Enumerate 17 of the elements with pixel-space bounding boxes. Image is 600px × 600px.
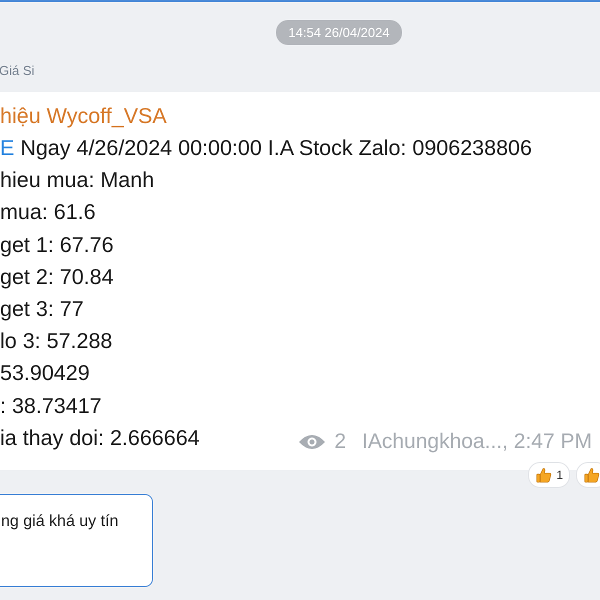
date-divider: 14:54 26/04/2024 [276, 20, 402, 45]
message-line: lo 3: 57.288 [0, 329, 112, 354]
message-line: get 2: 70.84 [0, 264, 114, 289]
message-line: hieu mua: Manh [0, 168, 154, 192]
message-meta: IAchungkhoa..., 2:47 PM [362, 430, 592, 454]
message-line: E Ngay 4/26/2024 00:00:00 I.A Stock Zalo: 0906238806 [0, 136, 532, 160]
reaction-chip[interactable]: 1 [528, 462, 570, 488]
message-line: get 3: 77 [0, 297, 84, 322]
message-line: : 38.73417 [0, 394, 102, 418]
message-title: hiệu Wycoff_VSA [0, 104, 167, 128]
reply-text: ng giá khá uy tín [1, 513, 118, 530]
view-count: 2 [334, 430, 346, 454]
sender-name: Giá Si [0, 63, 34, 78]
message-line: 53.90429 [0, 361, 90, 386]
message-line: get 1: 67.76 [0, 232, 114, 257]
message-line: ia thay doi: 2.666664 [0, 426, 200, 450]
message-line: mua: 61.6 [0, 200, 96, 224]
